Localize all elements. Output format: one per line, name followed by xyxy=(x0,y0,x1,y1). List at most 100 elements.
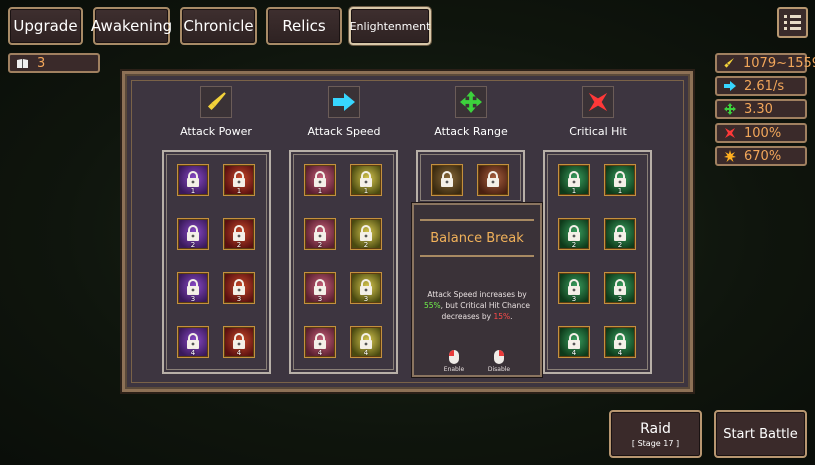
tab-label: Chronicle xyxy=(183,17,254,35)
lock-icon xyxy=(359,224,374,241)
category-attack-range-label: Attack Range xyxy=(434,125,508,138)
lock-icon xyxy=(567,278,582,295)
skill-tile-attack-speed[interactable]: 2 xyxy=(350,218,382,250)
critical-icon xyxy=(723,127,736,140)
lock-icon xyxy=(313,224,328,241)
stat-attack-range: 3.30 xyxy=(715,99,807,119)
skill-tier: 4 xyxy=(236,349,242,357)
book-count: 3 xyxy=(37,55,46,71)
stat-value: 3.30 xyxy=(744,101,773,117)
tab-relics[interactable]: Relics xyxy=(266,7,342,45)
lock-icon xyxy=(186,332,201,349)
lock-icon xyxy=(359,278,374,295)
skill-tile-attack-speed[interactable]: 4 xyxy=(350,326,382,358)
skill-tier: 4 xyxy=(571,349,577,357)
skill-tile-critical-hit[interactable]: 4 xyxy=(604,326,636,358)
lock-icon xyxy=(359,332,374,349)
skill-tier: 1 xyxy=(190,187,196,195)
skill-tile-attack-power[interactable]: 1 xyxy=(177,164,209,196)
skill-tile-critical-hit[interactable]: 2 xyxy=(558,218,590,250)
skill-tile-attack-range[interactable] xyxy=(431,164,463,196)
skill-tile-critical-hit[interactable]: 1 xyxy=(604,164,636,196)
lock-icon xyxy=(567,332,582,349)
lock-icon xyxy=(486,170,501,187)
speed-arrow-icon xyxy=(333,93,355,111)
skill-tooltip-popup: Balance Break Attack Speed increases by … xyxy=(412,203,542,377)
sword-icon xyxy=(723,57,735,70)
skill-tile-critical-hit[interactable]: 2 xyxy=(604,218,636,250)
skill-tile-critical-hit[interactable]: 4 xyxy=(558,326,590,358)
stat-critical-damage: 670% xyxy=(715,146,807,166)
popup-title: Balance Break xyxy=(420,219,534,257)
category-attack-speed-icon xyxy=(328,86,360,118)
skill-tile-attack-speed[interactable]: 2 xyxy=(304,218,336,250)
start-battle-button[interactable]: Start Battle xyxy=(714,410,807,458)
stat-attack-speed: 2.61/s xyxy=(715,76,807,96)
tab-label: Awakening xyxy=(90,17,173,35)
lock-icon xyxy=(186,170,201,187)
skill-tier: 1 xyxy=(571,187,577,195)
enable-label: Enable xyxy=(443,366,465,373)
skill-tier: 1 xyxy=(617,187,623,195)
menu-button[interactable] xyxy=(777,7,808,38)
tab-chronicle[interactable]: Chronicle xyxy=(180,7,257,45)
skill-tile-attack-power[interactable]: 1 xyxy=(223,164,255,196)
skill-tile-critical-hit[interactable]: 3 xyxy=(558,272,590,304)
skill-tile-attack-speed[interactable]: 4 xyxy=(304,326,336,358)
raid-button[interactable]: Raid [ Stage 17 ] xyxy=(609,410,702,458)
lock-icon xyxy=(613,278,628,295)
skill-tile-attack-power[interactable]: 3 xyxy=(177,272,209,304)
crit-decrease-value: 15% xyxy=(493,312,511,321)
skill-tier: 3 xyxy=(317,295,323,303)
skill-tier: 1 xyxy=(317,187,323,195)
range-cross-icon xyxy=(723,103,736,116)
tab-upgrade[interactable]: Upgrade xyxy=(8,7,83,45)
skill-tile-attack-speed[interactable]: 3 xyxy=(350,272,382,304)
skill-tile-attack-power[interactable]: 4 xyxy=(223,326,255,358)
sword-icon xyxy=(207,92,226,111)
enable-button[interactable]: Enable xyxy=(439,350,469,373)
skill-tile-attack-speed[interactable]: 1 xyxy=(304,164,336,196)
book-counter: 3 xyxy=(8,53,100,73)
stat-value: 2.61/s xyxy=(744,78,785,94)
lock-icon xyxy=(232,278,247,295)
skill-tile-attack-power[interactable]: 2 xyxy=(177,218,209,250)
lock-icon xyxy=(613,332,628,349)
book-icon xyxy=(16,57,29,70)
skill-tile-critical-hit[interactable]: 1 xyxy=(558,164,590,196)
critical-icon xyxy=(588,92,608,112)
category-attack-range-icon xyxy=(455,86,487,118)
skill-tier: 2 xyxy=(317,241,323,249)
start-battle-label: Start Battle xyxy=(723,426,798,442)
skill-tier: 4 xyxy=(190,349,196,357)
skill-tile-attack-range[interactable] xyxy=(477,164,509,196)
skill-tile-attack-speed[interactable]: 3 xyxy=(304,272,336,304)
skill-tile-attack-power[interactable]: 3 xyxy=(223,272,255,304)
list-icon xyxy=(784,15,801,18)
lock-icon xyxy=(232,170,247,187)
left-mouse-icon xyxy=(449,350,459,364)
tab-awakening[interactable]: Awakening xyxy=(90,7,173,45)
popup-description: Attack Speed increases by 55%, but Criti… xyxy=(423,290,531,321)
raid-stage: [ Stage 17 ] xyxy=(631,438,680,448)
lock-icon xyxy=(313,170,328,187)
skill-tile-critical-hit[interactable]: 3 xyxy=(604,272,636,304)
skill-tier: 4 xyxy=(363,349,369,357)
lock-icon xyxy=(359,170,374,187)
skill-tile-attack-speed[interactable]: 1 xyxy=(350,164,382,196)
tab-label: Upgrade xyxy=(13,17,78,35)
skill-tile-attack-power[interactable]: 4 xyxy=(177,326,209,358)
stat-attack-power: 1079~1559 xyxy=(715,53,815,73)
lock-icon xyxy=(613,170,628,187)
stat-critical-chance: 100% xyxy=(715,123,807,143)
skill-tile-attack-power[interactable]: 2 xyxy=(223,218,255,250)
skill-tier: 2 xyxy=(617,241,623,249)
disable-button[interactable]: Disable xyxy=(484,350,514,373)
skill-tier: 3 xyxy=(617,295,623,303)
right-mouse-icon xyxy=(494,350,504,364)
skill-tier: 2 xyxy=(571,241,577,249)
tab-enlightenment[interactable]: Enlightenment xyxy=(349,7,431,45)
category-critical-hit-label: Critical Hit xyxy=(569,125,627,138)
range-cross-icon xyxy=(460,91,482,113)
skill-tier: 4 xyxy=(317,349,323,357)
